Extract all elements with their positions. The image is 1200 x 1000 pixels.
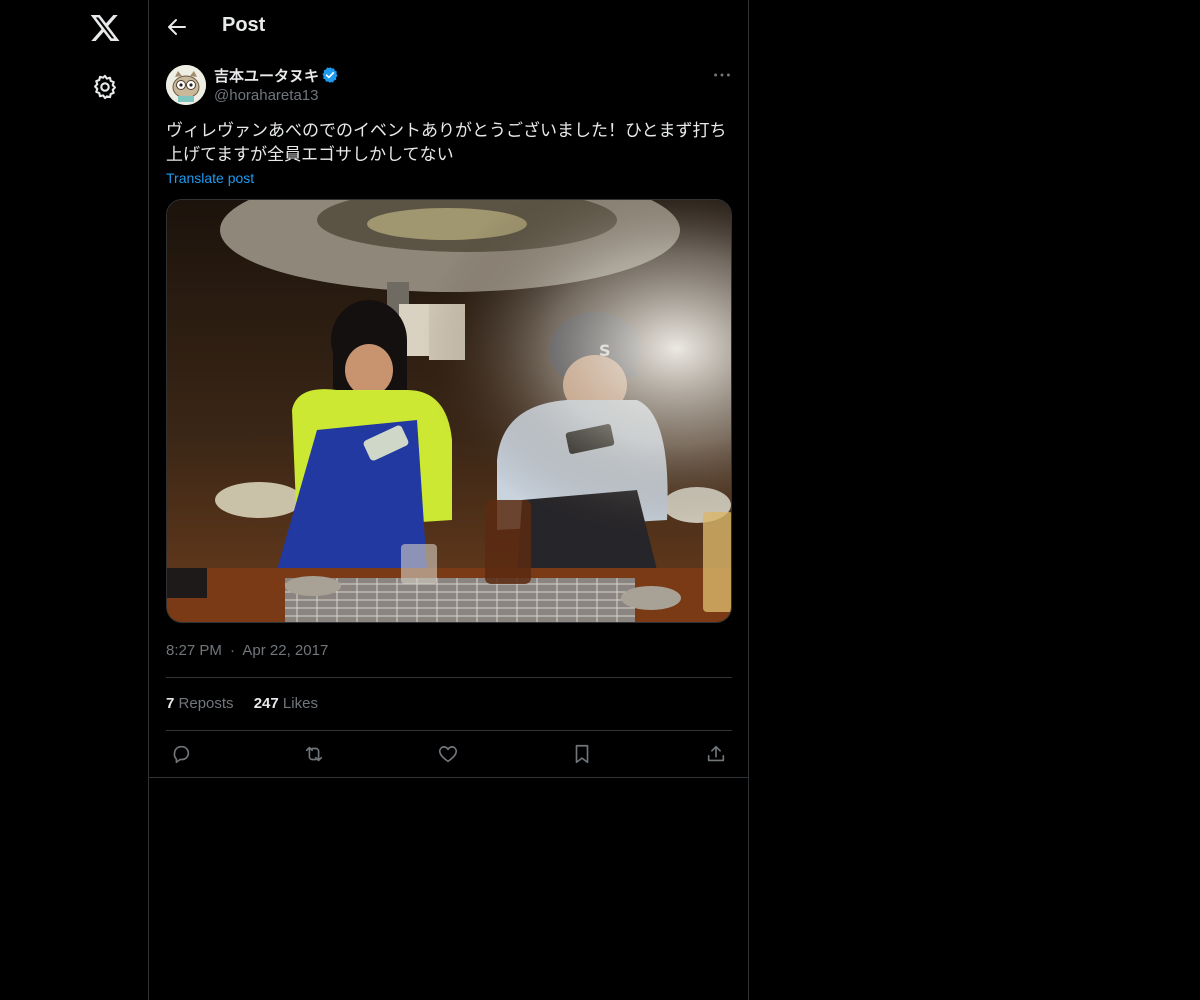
- repost-icon: [305, 746, 323, 762]
- likes-stat[interactable]: 247 Likes: [254, 695, 318, 712]
- post-actions: [166, 741, 732, 767]
- more-dots-icon[interactable]: [711, 64, 733, 86]
- post-date: Apr 22, 2017: [242, 642, 329, 659]
- author-handle[interactable]: @horahareta13: [214, 87, 318, 104]
- post-detail-column: Post 吉本ユータヌキ @horahareta13 ヴィレヴァンあべのでのイベ…: [149, 0, 749, 1000]
- divider: [166, 730, 732, 731]
- post-text: ヴィレヴァンあべのでのイベントありがとうございました！ひとまず打ち上げてますが全…: [166, 121, 727, 164]
- likes-count: 247: [253, 695, 279, 712]
- share-button[interactable]: [703, 741, 729, 767]
- translate-post-link[interactable]: Translate post: [166, 170, 254, 186]
- share-icon: [707, 745, 725, 762]
- verified-badge-icon: [322, 67, 338, 83]
- reposts-stat[interactable]: 7 Reposts: [166, 695, 234, 712]
- heart-icon: [438, 746, 458, 763]
- engagement-stats: 7 Reposts 247 Likes: [166, 695, 334, 712]
- reply-button[interactable]: [168, 741, 194, 767]
- post-time: 8:27 PM: [166, 642, 222, 659]
- post-photo[interactable]: S: [166, 199, 732, 623]
- gear-icon[interactable]: [91, 73, 119, 101]
- avatar[interactable]: [166, 65, 206, 105]
- post-timestamp[interactable]: 8:27 PM · Apr 22, 2017: [166, 642, 328, 659]
- reply-icon: [173, 745, 190, 764]
- bookmark-button[interactable]: [569, 741, 595, 767]
- divider: [149, 777, 748, 778]
- like-button[interactable]: [435, 741, 461, 767]
- meta-separator: ·: [230, 642, 236, 659]
- arrow-left-icon[interactable]: [165, 15, 189, 39]
- divider: [166, 677, 732, 678]
- reposts-count: 7: [166, 695, 175, 712]
- author-name[interactable]: 吉本ユータヌキ: [214, 65, 319, 86]
- repost-button[interactable]: [301, 741, 327, 767]
- page-title: Post: [222, 14, 266, 36]
- left-nav: [0, 0, 149, 1000]
- x-logo-icon[interactable]: [89, 12, 121, 44]
- post-header: Post: [149, 0, 748, 54]
- reposts-label: Reposts: [178, 695, 234, 712]
- likes-label: Likes: [282, 695, 318, 712]
- bookmark-icon: [575, 744, 589, 764]
